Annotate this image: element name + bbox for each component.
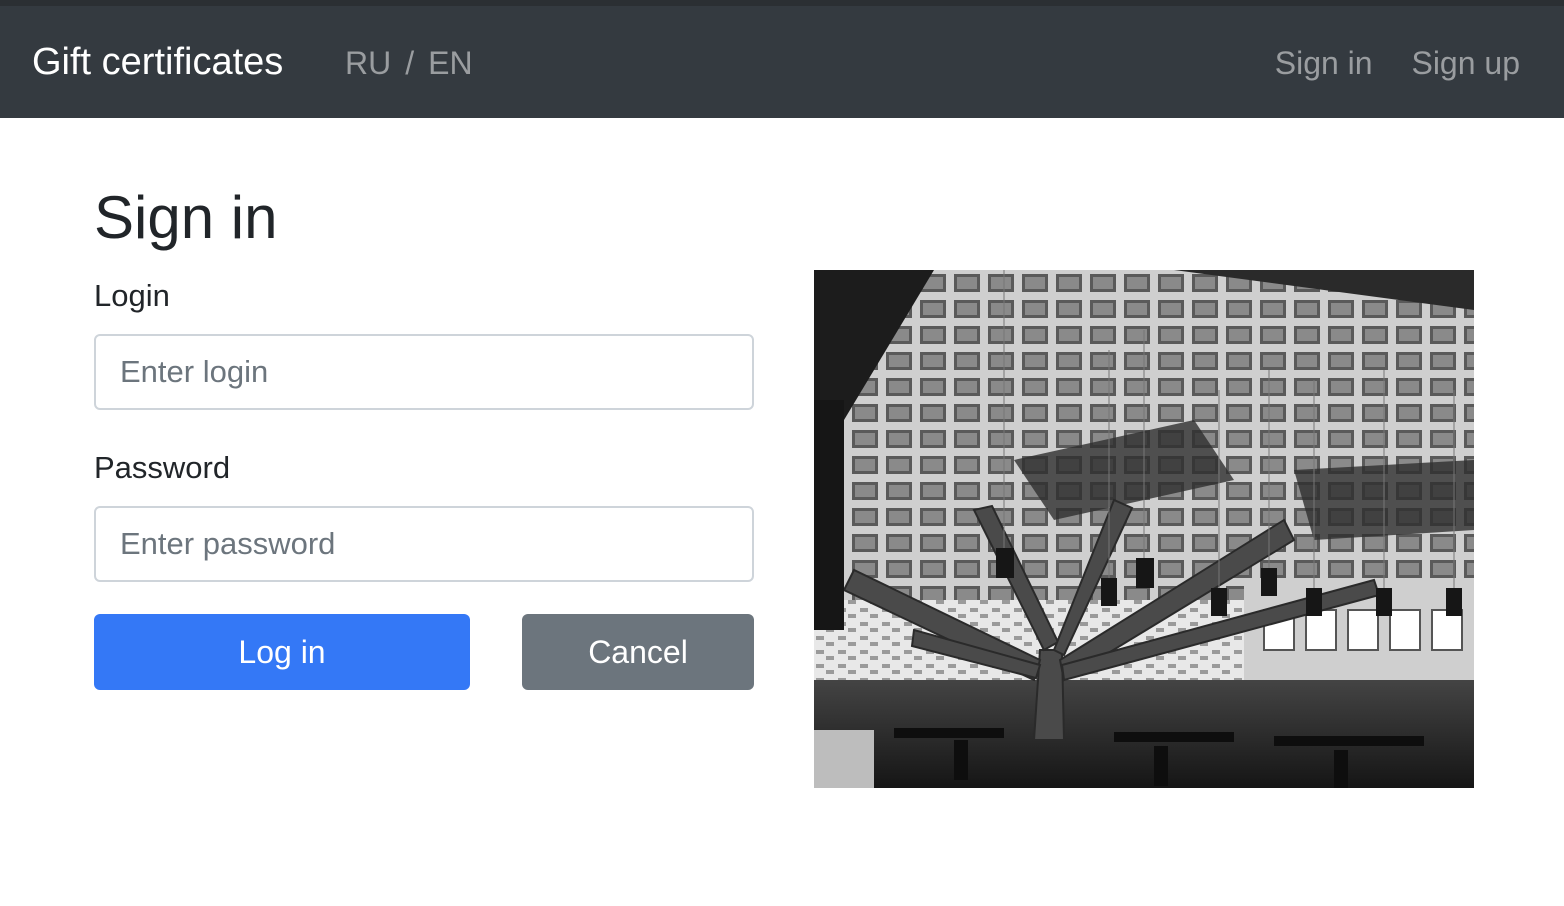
login-label: Login xyxy=(94,278,170,313)
log-in-button[interactable]: Log in xyxy=(94,614,470,690)
brand-link[interactable]: Gift certificates xyxy=(32,36,283,88)
nav-sign-in-link[interactable]: Sign in xyxy=(1275,45,1373,81)
password-input[interactable] xyxy=(94,506,754,582)
language-separator: / xyxy=(405,45,415,81)
auth-links: Sign in Sign up xyxy=(1245,39,1520,87)
password-label: Password xyxy=(94,450,231,485)
cancel-button[interactable]: Cancel xyxy=(522,614,754,690)
page-title: Sign in xyxy=(94,184,278,251)
navbar: Gift certificates RU / EN Sign in Sign up xyxy=(0,6,1564,118)
login-input[interactable] xyxy=(94,334,754,410)
language-en-link[interactable]: EN xyxy=(428,45,472,81)
language-switcher: RU / EN xyxy=(345,39,473,87)
language-ru-link[interactable]: RU xyxy=(345,45,391,81)
nav-sign-up-link[interactable]: Sign up xyxy=(1411,45,1520,81)
library-interior-photo xyxy=(814,270,1474,788)
library-photo-illustration xyxy=(814,270,1474,788)
